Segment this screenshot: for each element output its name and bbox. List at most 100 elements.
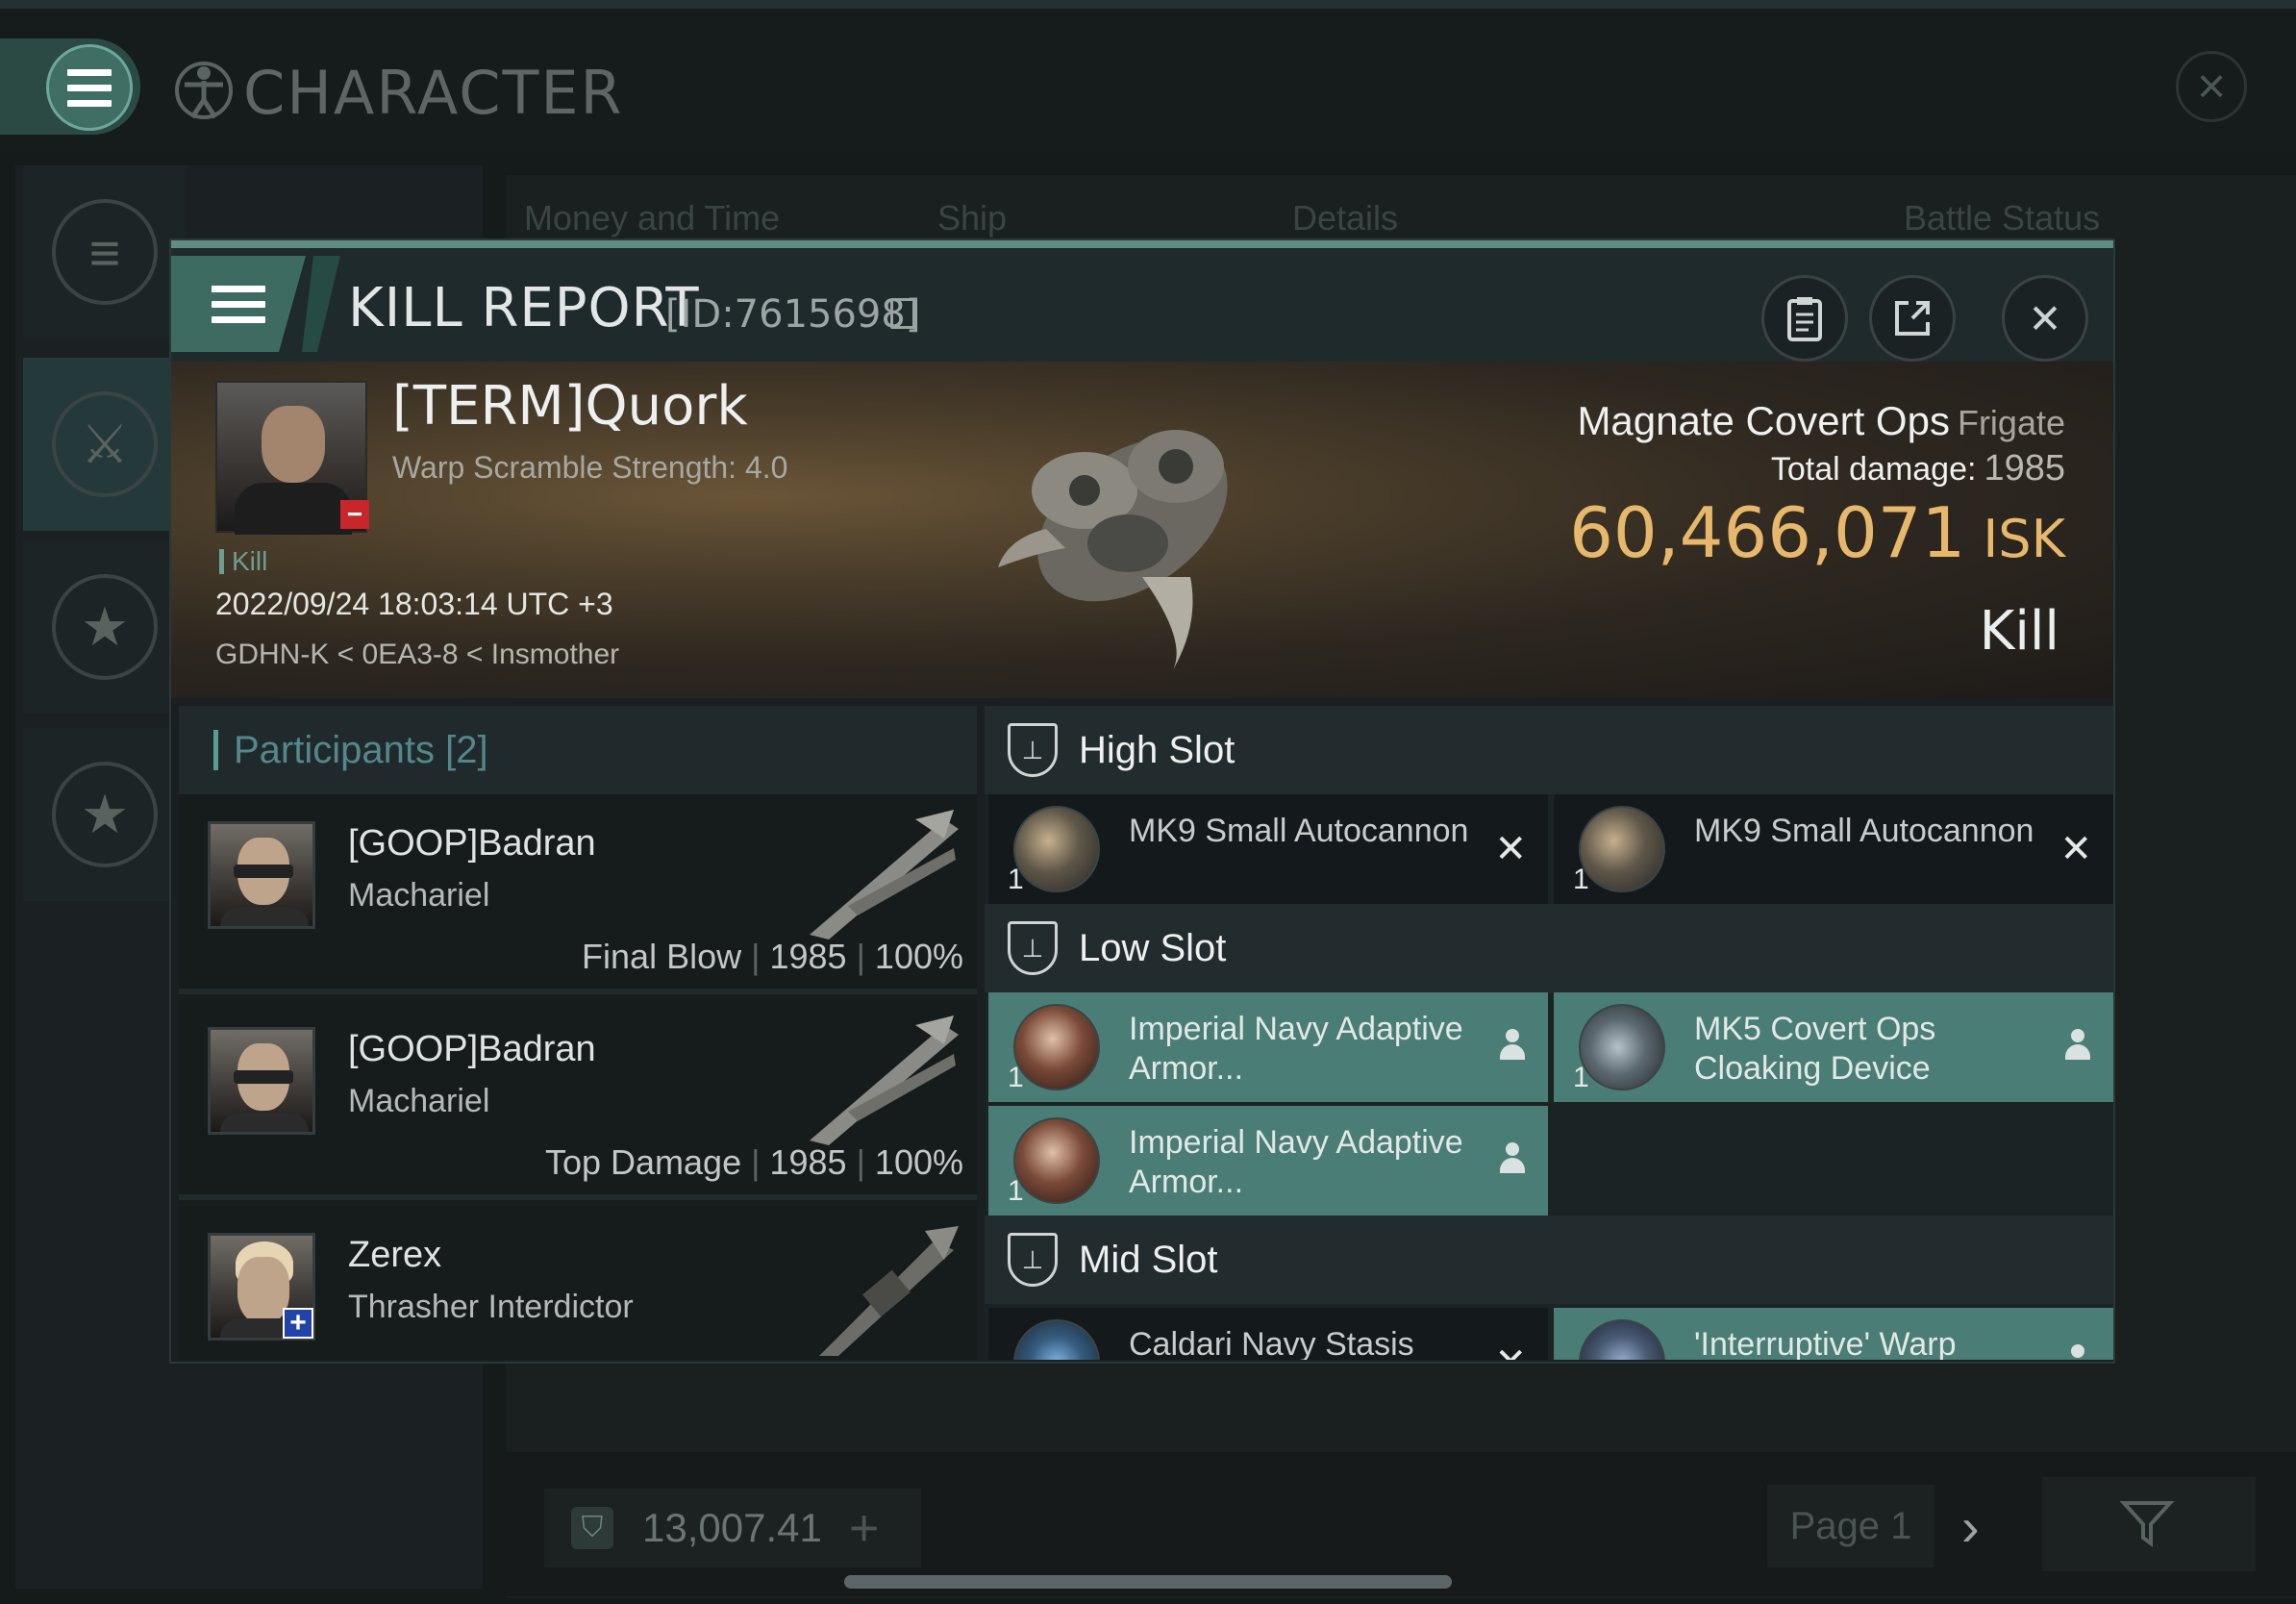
isk-value: 60,466,071 ISK: [1569, 492, 2065, 573]
low-slot-icon: ⊥: [1008, 921, 1058, 975]
filter-icon: [2120, 1501, 2175, 1547]
tag-accent: [219, 549, 224, 574]
dropped-person-icon: [2065, 1344, 2090, 1360]
kill-location[interactable]: GDHN-K < 0EA3-8 < Insmother: [215, 639, 619, 671]
stasis-webifier-icon: [1013, 1319, 1100, 1360]
victim-ship-image[interactable]: [969, 375, 1286, 683]
close-icon: ✕: [2028, 295, 2062, 341]
cloaking-device-icon: [1579, 1004, 1665, 1090]
kill-datetime: 2022/09/24 18:03:14 UTC +3: [215, 587, 613, 621]
sidebar-item-medals[interactable]: ★: [23, 728, 187, 901]
participant-stats: Top Damage | 1985 | 100%: [545, 1142, 963, 1183]
column-header-details[interactable]: Details: [1292, 198, 1398, 238]
sidebar-item-menu[interactable]: ≡: [23, 165, 187, 338]
total-damage: Total damage: 1985: [1771, 448, 2065, 489]
kill-id: [ID:7615698]: [665, 292, 921, 337]
participant-role: Final Blow: [582, 937, 742, 976]
crossed-swords-icon: ⚔: [52, 391, 158, 497]
participant-stats: Final Blow | 1985 | 100%: [582, 937, 963, 977]
negative-standing-icon: −: [340, 499, 369, 529]
shield-icon: ⛉: [571, 1507, 613, 1549]
participant-row[interactable]: [GOOP]Badran Machariel Top Damage | 1985 | 1…: [179, 1000, 977, 1200]
victim-ship-type[interactable]: Magnate Covert Ops Frigate: [1577, 398, 2065, 444]
column-header-ship[interactable]: Ship: [937, 198, 1007, 238]
warp-disruptor-icon: [1579, 1319, 1665, 1360]
fitted-item[interactable]: 1 MK5 Covert Ops Cloaking Device: [1554, 992, 2113, 1102]
mid-slot-header: ⊥ Mid Slot: [985, 1216, 2113, 1304]
item-name: MK9 Small Autocannon: [1129, 813, 1469, 849]
close-icon: ×: [2196, 59, 2227, 114]
fitted-item[interactable]: 'Interruptive' Warp: [1554, 1308, 2113, 1360]
clipboard-button[interactable]: [1761, 275, 1848, 362]
fitted-item[interactable]: 1 Imperial Navy Adaptive Armor...: [988, 992, 1548, 1102]
participant-ship-image: [810, 1015, 959, 1145]
external-link-icon: [1895, 301, 1930, 336]
item-quantity: 1: [1008, 864, 1024, 895]
page-indicator[interactable]: Page 1: [1767, 1485, 1934, 1567]
participant-ship-image: [819, 1226, 959, 1356]
destroyed-icon: ✕: [1494, 828, 1527, 870]
wallet-value: 13,007.41: [642, 1505, 822, 1550]
destroyed-icon: ✕: [1494, 1341, 1527, 1360]
high-slot-header: ⊥ High Slot: [985, 706, 2113, 794]
victim-name[interactable]: [TERM]Quork: [392, 375, 748, 438]
item-name: Imperial Navy Adaptive Armor...: [1129, 1124, 1463, 1200]
portrait-face: [262, 406, 325, 483]
isk-amount: 60,466,071: [1569, 492, 1966, 573]
kill-banner: − [TERM]Quork Warp Scramble Strength: 4.…: [171, 362, 2113, 698]
high-slot-title: High Slot: [1079, 728, 1235, 771]
dropped-person-icon: [1500, 1029, 1525, 1064]
wallet-balance: ⛉ 13,007.41 +: [544, 1489, 921, 1567]
add-funds-button[interactable]: +: [849, 1498, 880, 1558]
total-damage-value: 1985: [1984, 448, 2065, 489]
armor-hardener-icon: [1013, 1117, 1100, 1204]
kill-result: Kill: [1979, 600, 2059, 663]
participants-title: Participants [2]: [234, 728, 488, 771]
participants-header: Participants [2]: [179, 706, 977, 794]
high-slot-icon: ⊥: [1008, 723, 1058, 777]
participant-damage: 1985: [769, 1142, 847, 1182]
autocannon-icon: [1013, 806, 1100, 892]
armor-hardener-icon: [1013, 1004, 1100, 1090]
dropped-person-icon: [2065, 1029, 2090, 1064]
window-close-button[interactable]: ×: [2176, 51, 2247, 122]
column-header-battle-status[interactable]: Battle Status: [1904, 198, 2100, 238]
participant-avatar: [208, 1027, 315, 1135]
isk-unit: ISK: [1983, 509, 2065, 569]
header-accent: [213, 730, 218, 770]
column-header-money-time[interactable]: Money and Time: [524, 198, 780, 238]
fitted-item[interactable]: 1 MK9 Small Autocannon ✕: [988, 794, 1548, 904]
copy-id-icon[interactable]: [890, 298, 915, 329]
chevron-right-icon: ›: [1961, 1496, 1980, 1557]
share-button[interactable]: [1869, 275, 1956, 362]
dialog-menu-button[interactable]: [171, 256, 306, 352]
kill-tag: Kill: [219, 546, 267, 577]
participant-ship: Machariel: [348, 877, 490, 914]
separator: |: [751, 937, 761, 976]
dialog-close-button[interactable]: ✕: [2002, 275, 2088, 362]
fitted-item[interactable]: Caldari Navy Stasis ✕: [988, 1308, 1548, 1360]
participant-name: Zerex: [348, 1235, 442, 1275]
dialog-title: KILL REPORT: [348, 277, 700, 339]
filter-button[interactable]: [2042, 1477, 2256, 1571]
main-menu-button[interactable]: [46, 44, 133, 131]
participant-percent: 100%: [874, 1142, 963, 1182]
sidebar-item-standings[interactable]: ★: [23, 540, 187, 714]
ship-class: Frigate: [1957, 403, 2065, 442]
participant-row[interactable]: + Zerex Thrasher Interdictor: [179, 1206, 977, 1360]
horizontal-scrollbar[interactable]: [844, 1575, 1452, 1589]
avatar-glasses: [234, 865, 293, 878]
sidebar-item-combat[interactable]: ⚔: [23, 358, 187, 531]
clipboard-icon: [1787, 297, 1822, 341]
participants-panel: Participants [2] [GOOP]Badran Machariel …: [179, 706, 977, 1360]
participant-ship: Machariel: [348, 1083, 490, 1119]
avatar-body: [220, 1113, 309, 1132]
participant-row[interactable]: [GOOP]Badran Machariel Final Blow | 1985 | 1…: [179, 794, 977, 994]
item-name: Caldari Navy Stasis: [1129, 1326, 1414, 1360]
participant-percent: 100%: [874, 937, 963, 976]
positive-standing-icon: +: [283, 1307, 313, 1339]
fitted-item[interactable]: 1 Imperial Navy Adaptive Armor...: [988, 1106, 1548, 1216]
window-title: CHARACTER: [243, 58, 624, 128]
next-page-button[interactable]: ›: [1961, 1495, 1980, 1558]
fitted-item[interactable]: 1 MK9 Small Autocannon ✕: [1554, 794, 2113, 904]
